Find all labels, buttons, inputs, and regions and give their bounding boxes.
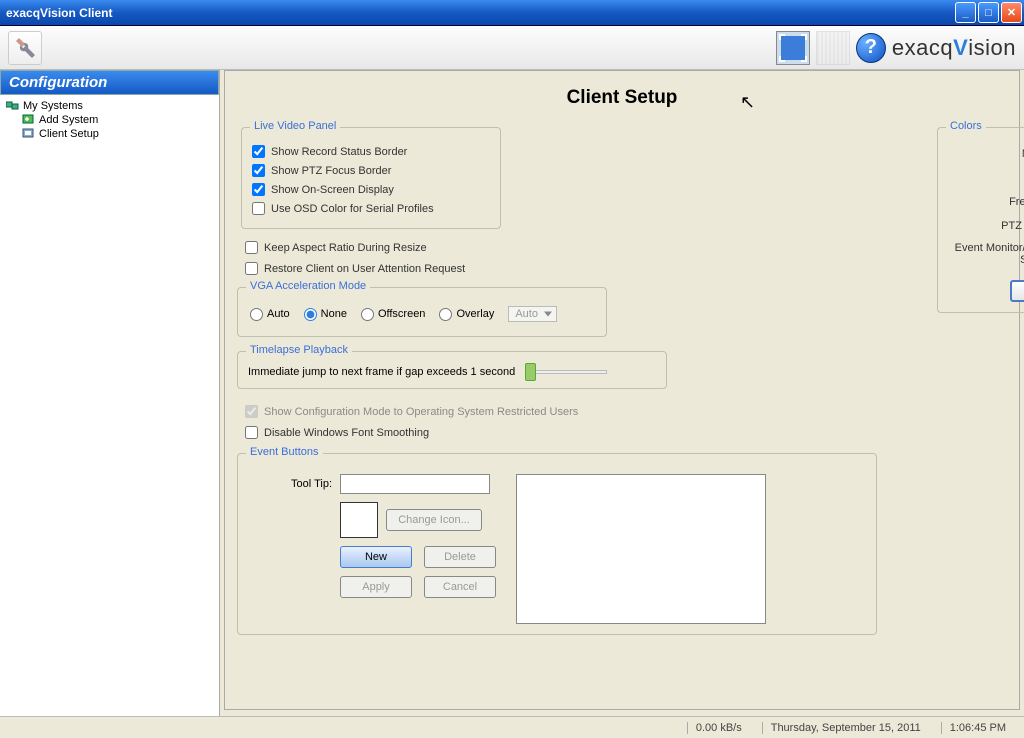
- timelapse-group: Timelapse Playback Immediate jump to nex…: [237, 351, 667, 389]
- tree-label: Client Setup: [39, 128, 99, 140]
- apply-button[interactable]: Apply: [340, 576, 412, 598]
- toolbar: ? exacqVision: [0, 26, 1024, 70]
- color-label-ptz: PTZ Focus:: [1001, 220, 1024, 232]
- tree-item-add-system[interactable]: Add System: [2, 113, 217, 127]
- fullscreen-button[interactable]: [776, 31, 810, 65]
- new-button[interactable]: New: [340, 546, 412, 568]
- color-label-freerun: Free Run:: [1009, 196, 1024, 208]
- radio-overlay[interactable]: Overlay: [439, 308, 494, 321]
- group-title: Live Video Panel: [250, 120, 340, 132]
- systems-icon: [6, 100, 20, 112]
- logo: exacqVision: [892, 35, 1016, 61]
- vga-select: Auto: [508, 306, 557, 322]
- status-date: Thursday, September 15, 2011: [762, 722, 929, 734]
- help-button[interactable]: ?: [856, 33, 886, 63]
- check-ptz-border[interactable]: Show PTZ Focus Border: [252, 161, 490, 180]
- tree-label: My Systems: [23, 100, 83, 112]
- window-title: exacqVision Client: [6, 6, 112, 20]
- content-area: Configuration My Systems Add System Clie…: [0, 70, 1024, 716]
- live-video-group: Live Video Panel Show Record Status Bord…: [241, 127, 501, 229]
- check-osd[interactable]: Show On-Screen Display: [252, 180, 490, 199]
- color-label-event: Event Monitor/ Smart Search:: [953, 242, 1024, 266]
- check-keep-aspect[interactable]: Keep Aspect Ratio During Resize: [237, 237, 877, 258]
- cursor-icon: ↖: [740, 92, 755, 113]
- tree-item-client-setup[interactable]: Client Setup: [2, 127, 217, 141]
- check-show-config: Show Configuration Mode to Operating Sys…: [237, 401, 877, 422]
- group-title: VGA Acceleration Mode: [246, 280, 370, 292]
- tree-label: Add System: [39, 114, 98, 126]
- event-buttons-group: Event Buttons Tool Tip: Change Icon...: [237, 453, 877, 635]
- group-title: Timelapse Playback: [246, 344, 352, 356]
- sidebar-header: Configuration: [0, 70, 219, 95]
- statusbar: 0.00 kB/s Thursday, September 15, 2011 1…: [0, 716, 1024, 738]
- tooltip-input[interactable]: [340, 474, 490, 494]
- check-osd-color[interactable]: Use OSD Color for Serial Profiles: [252, 199, 490, 218]
- main-panel: Client Setup ↖ Live Video Panel Show Rec…: [220, 70, 1024, 716]
- event-buttons-list[interactable]: [516, 474, 766, 624]
- check-restore-client[interactable]: Restore Client on User Attention Request: [237, 258, 877, 279]
- window-buttons: _ □ ✕: [955, 2, 1022, 23]
- timelapse-label: Immediate jump to next frame if gap exce…: [248, 366, 515, 378]
- status-speed: 0.00 kB/s: [687, 722, 750, 734]
- client-setup-icon: [22, 128, 36, 140]
- tools-button[interactable]: [8, 31, 42, 65]
- group-title: Colors: [946, 120, 986, 132]
- colors-default-button[interactable]: Default: [1010, 280, 1024, 302]
- check-disable-font[interactable]: Disable Windows Font Smoothing: [237, 422, 877, 443]
- slider-thumb[interactable]: [525, 363, 536, 381]
- close-button[interactable]: ✕: [1001, 2, 1022, 23]
- titlebar: exacqVision Client _ □ ✕: [0, 0, 1024, 26]
- timelapse-slider[interactable]: [527, 370, 607, 374]
- vga-group: VGA Acceleration Mode Auto None Offscree…: [237, 287, 607, 337]
- tree-item-my-systems[interactable]: My Systems: [2, 99, 217, 113]
- cancel-button[interactable]: Cancel: [424, 576, 496, 598]
- group-title: Event Buttons: [246, 446, 323, 458]
- status-time: 1:06:45 PM: [941, 722, 1014, 734]
- add-system-icon: [22, 114, 36, 126]
- change-icon-button[interactable]: Change Icon...: [386, 509, 482, 531]
- tree: My Systems Add System Client Setup: [0, 95, 219, 145]
- icon-preview: [340, 502, 378, 538]
- disabled-view-button: [816, 31, 850, 65]
- wrench-icon: [13, 36, 37, 60]
- delete-button[interactable]: Delete: [424, 546, 496, 568]
- colors-group: Colors Motion: Alarm: Free Run: PTZ Focu…: [937, 127, 1024, 313]
- minimize-button[interactable]: _: [955, 2, 976, 23]
- page-title: Client Setup: [237, 77, 1007, 127]
- radio-offscreen[interactable]: Offscreen: [361, 308, 426, 321]
- radio-none[interactable]: None: [304, 308, 347, 321]
- check-record-border[interactable]: Show Record Status Border: [252, 142, 490, 161]
- maximize-button[interactable]: □: [978, 2, 999, 23]
- radio-auto[interactable]: Auto: [250, 308, 290, 321]
- tooltip-label: Tool Tip:: [278, 478, 332, 490]
- sidebar: Configuration My Systems Add System Clie…: [0, 70, 220, 716]
